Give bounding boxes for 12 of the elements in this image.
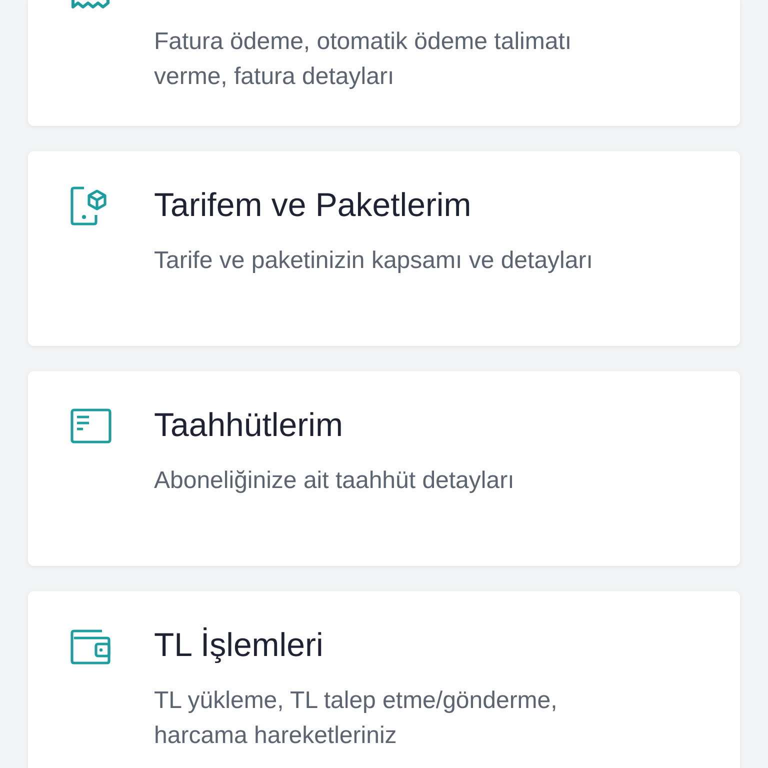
menu-card[interactable]: Taahhütlerim Aboneliğinize ait taahhüt detayları bbox=[28, 371, 740, 566]
receipt-icon bbox=[70, 0, 112, 10]
card-description: Aboneliğinize ait taahhüt detayları bbox=[154, 466, 516, 496]
card-title: Taahhütlerim bbox=[154, 405, 344, 445]
menu-card[interactable]: Fatura ödeme, otomatik ödeme talimatı verme, fatura detayları bbox=[28, 0, 740, 126]
card-description: Fatura ödeme, otomatik ödeme talimatı verme, fatura detayları bbox=[154, 27, 573, 92]
card-title: Tarifem ve Paketlerim bbox=[154, 185, 472, 225]
menu-card[interactable]: Tarifem ve Paketlerim Tarife ve paketinizin kapsamı ve detayları bbox=[28, 151, 740, 346]
card-title: TL İşlemleri bbox=[154, 625, 324, 665]
card-description: Tarife ve paketinizin kapsamı ve detayları bbox=[154, 246, 594, 276]
menu-card[interactable]: TL İşlemleri TL yükleme, TL talep etme/gönderme, harcama hareketleriniz bbox=[28, 591, 740, 768]
card-description: TL yükleme, TL talep etme/gönderme, harcama hareketleriniz bbox=[154, 686, 558, 751]
